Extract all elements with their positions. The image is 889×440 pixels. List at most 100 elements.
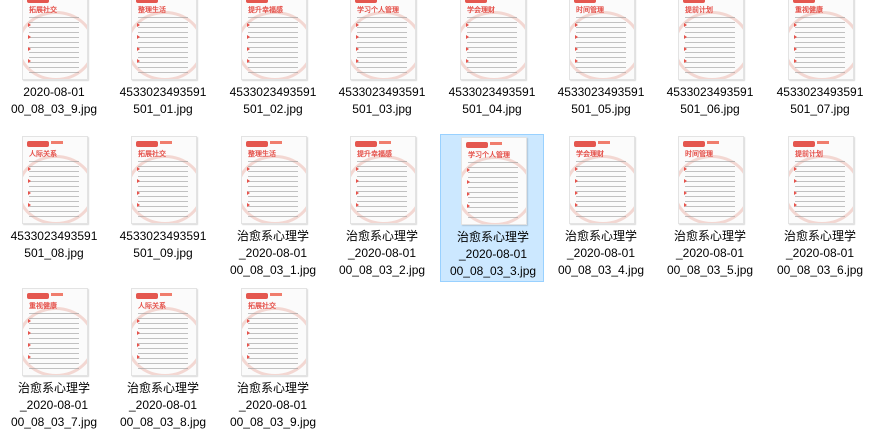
file-name: 治愈系心理学 _2020-08-01 00_08_03_5.jpg [658, 228, 762, 279]
file-name-line: _2020-08-01 [675, 246, 745, 260]
file-name: 治愈系心理学 _2020-08-01 00_08_03_3.jpg [441, 229, 545, 280]
file-name: 治愈系心理学 _2020-08-01 00_08_03_9.jpg [221, 380, 325, 431]
file-name-line: 00_08_03_3.jpg [449, 264, 537, 278]
file-item[interactable]: 重视健康 4533023493591 501_07.jpg [768, 0, 872, 138]
file-item[interactable]: 时间管理治愈系心理学 _2020-08-01 00_08_03_5.jpg [658, 134, 762, 282]
file-name-line: 4533023493591 [119, 229, 207, 243]
image-thumbnail: 重视健康 [788, 0, 854, 80]
file-name-line: _2020-08-01 [785, 246, 855, 260]
file-name: 治愈系心理学 _2020-08-01 00_08_03_8.jpg [111, 380, 215, 431]
file-name: 4533023493591 501_08.jpg [2, 228, 106, 262]
file-item[interactable]: 学习个人管理治愈系心理学 _2020-08-01 00_08_03_3.jpg [440, 134, 544, 282]
file-item[interactable]: 提前计划 4533023493591 501_06.jpg [658, 0, 762, 138]
file-name-line: 4533023493591 [448, 85, 536, 99]
file-name-line: _2020-08-01 [128, 398, 198, 412]
file-name-line: 4533023493591 [666, 85, 754, 99]
file-name-line: 治愈系心理学 [345, 229, 418, 243]
file-name-line: 00_08_03_7.jpg [10, 415, 98, 429]
file-name: 治愈系心理学 _2020-08-01 00_08_03_7.jpg [2, 380, 106, 431]
file-name: 4533023493591 501_04.jpg [440, 84, 544, 118]
file-name-line: _2020-08-01 [19, 398, 89, 412]
file-name-line: 501_01.jpg [133, 102, 193, 116]
file-item[interactable]: 拓展社交 4533023493591 501_09.jpg [111, 134, 215, 282]
file-item[interactable]: 提升幸福感治愈系心理学 _2020-08-01 00_08_03_2.jpg [330, 134, 434, 282]
thumbnail-title: 重视健康 [29, 302, 57, 310]
image-thumbnail: 人际关系 [22, 136, 88, 224]
file-item[interactable]: 学会理财治愈系心理学 _2020-08-01 00_08_03_4.jpg [549, 134, 653, 282]
file-name-line: 治愈系心理学 [17, 381, 90, 395]
file-name-line: 4533023493591 [557, 85, 645, 99]
file-item[interactable]: 提前计划 治愈系心理学 _2020-08-01 00_08_03_6.jpg [768, 134, 872, 282]
thumbnail-title: 拓展社交 [138, 150, 166, 158]
thumbnail-title: 提升幸福感 [357, 150, 392, 158]
thumbnail-title: 学习个人管理 [468, 151, 510, 159]
file-name: 治愈系心理学 _2020-08-01 00_08_03_2.jpg [330, 228, 434, 279]
image-thumbnail: 学习个人管理 [461, 137, 527, 225]
image-thumbnail: 提前计划 [678, 0, 744, 80]
file-name-line: _2020-08-01 [347, 246, 417, 260]
file-name: 治愈系心理学 _2020-08-01 00_08_03_6.jpg [768, 228, 872, 279]
thumbnail-title: 学会理财 [467, 6, 495, 14]
file-name: 4533023493591 501_09.jpg [111, 228, 215, 262]
file-name-line: 00_08_03_9.jpg [10, 102, 98, 116]
file-name: 治愈系心理学 _2020-08-01 00_08_03_4.jpg [549, 228, 653, 279]
file-item[interactable]: 学会理财 4533023493591 501_04.jpg [440, 0, 544, 138]
file-name-line: 治愈系心理学 [456, 230, 529, 244]
thumbnail-title: 人际关系 [29, 150, 57, 158]
file-item[interactable]: 拓展社交治愈系心理学 _2020-08-01 00_08_03_9.jpg [221, 286, 325, 434]
file-item[interactable]: 人际关系 治愈系心理学 _2020-08-01 00_08_03_8.jpg [111, 286, 215, 434]
file-name-line: 4533023493591 [776, 85, 864, 99]
file-name-line: 00_08_03_6.jpg [776, 263, 864, 277]
file-item[interactable]: 拓展社交 2020-08-01 00_08_03_9.jpg [2, 0, 106, 138]
file-name-line: 501_03.jpg [352, 102, 412, 116]
file-name-line: 4533023493591 [10, 229, 98, 243]
thumbnail-title: 学会理财 [576, 150, 604, 158]
file-name-line: 00_08_03_9.jpg [229, 415, 317, 429]
image-thumbnail: 拓展社交 [22, 0, 88, 80]
file-grid: 拓展社交 2020-08-01 00_08_03_9.jpg 整理生活 45330234… [0, 0, 889, 440]
file-name-line: 治愈系心理学 [673, 229, 746, 243]
thumbnail-title: 提前计划 [685, 6, 713, 14]
file-name-line: 2020-08-01 [23, 85, 85, 99]
file-item[interactable]: 学习个人管理 4533023493591 501_03.jpg [330, 0, 434, 138]
file-name-line: 治愈系心理学 [236, 381, 309, 395]
file-name-line: _2020-08-01 [238, 246, 308, 260]
file-name-line: 00_08_03_2.jpg [338, 263, 426, 277]
file-name-line: 00_08_03_5.jpg [666, 263, 754, 277]
image-thumbnail: 整理生活 [131, 0, 197, 80]
thumbnail-title: 拓展社交 [29, 6, 57, 14]
file-name-line: 501_08.jpg [24, 246, 84, 260]
file-item[interactable]: 重视健康治愈系心理学 _2020-08-01 00_08_03_7.jpg [2, 286, 106, 434]
image-thumbnail: 整理生活 [241, 136, 307, 224]
file-name-line: 治愈系心理学 [564, 229, 637, 243]
thumbnail-title: 整理生活 [248, 150, 276, 158]
file-name: 4533023493591 501_02.jpg [221, 84, 325, 118]
file-name-line: 治愈系心理学 [783, 229, 856, 243]
image-thumbnail: 时间管理 [569, 0, 635, 80]
thumbnail-title: 学习个人管理 [357, 6, 399, 14]
file-name-line: _2020-08-01 [458, 247, 528, 261]
file-item[interactable]: 整理生活 治愈系心理学 _2020-08-01 00_08_03_1.jpg [221, 134, 325, 282]
file-item[interactable]: 提升幸福感 4533023493591 501_02.jpg [221, 0, 325, 138]
image-thumbnail: 学习个人管理 [350, 0, 416, 80]
file-name: 4533023493591 501_05.jpg [549, 84, 653, 118]
file-name-line: 4533023493591 [119, 85, 207, 99]
image-thumbnail: 时间管理 [678, 136, 744, 224]
image-thumbnail: 学会理财 [460, 0, 526, 80]
image-thumbnail: 人际关系 [131, 288, 197, 376]
file-name-line: _2020-08-01 [238, 398, 308, 412]
file-item[interactable]: 时间管理 4533023493591 501_05.jpg [549, 0, 653, 138]
file-name: 4533023493591 501_03.jpg [330, 84, 434, 118]
file-name: 4533023493591 501_07.jpg [768, 84, 872, 118]
file-name-line: 4533023493591 [338, 85, 426, 99]
image-thumbnail: 拓展社交 [241, 288, 307, 376]
file-name-line: 501_07.jpg [790, 102, 850, 116]
file-name-line: 501_09.jpg [133, 246, 193, 260]
file-name-line: 501_04.jpg [462, 102, 522, 116]
file-item[interactable]: 人际关系 4533023493591 501_08.jpg [2, 134, 106, 282]
image-thumbnail: 拓展社交 [131, 136, 197, 224]
image-thumbnail: 提升幸福感 [241, 0, 307, 80]
file-item[interactable]: 整理生活 4533023493591 501_01.jpg [111, 0, 215, 138]
file-name: 4533023493591 501_06.jpg [658, 84, 762, 118]
thumbnail-title: 时间管理 [576, 6, 604, 14]
